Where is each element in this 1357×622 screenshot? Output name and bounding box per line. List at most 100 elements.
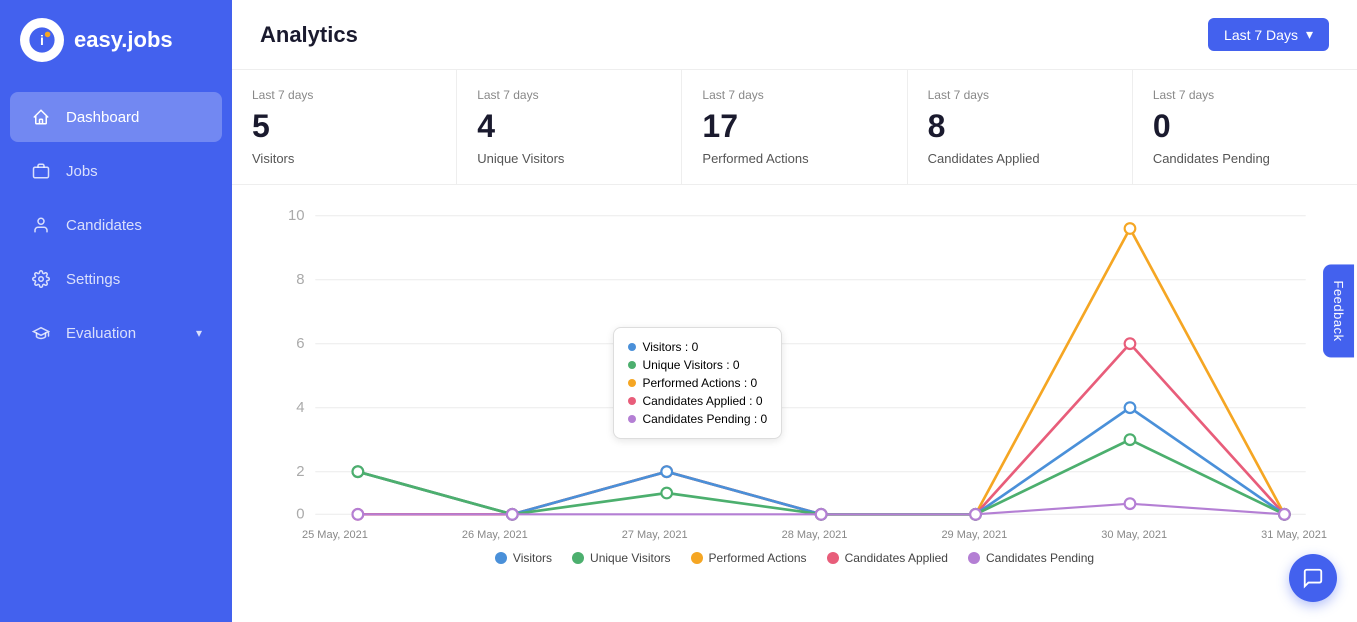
sidebar-label-evaluation: Evaluation [66, 325, 136, 342]
legend-dot-pending [968, 552, 980, 564]
sidebar-item-evaluation[interactable]: Evaluation ▾ [10, 308, 222, 358]
stat-performed-actions-label: Performed Actions [702, 151, 886, 166]
legend-dot-actions [691, 552, 703, 564]
tooltip-dot-visitors [628, 343, 636, 351]
app-name: easy.jobs [74, 27, 173, 53]
sidebar-label-candidates: Candidates [66, 217, 142, 234]
stat-visitors-value: 5 [252, 108, 436, 145]
stat-visitors-label: Visitors [252, 151, 436, 166]
graduation-icon [30, 322, 52, 344]
line-chart: 10 8 6 4 2 0 [262, 205, 1327, 525]
svg-text:6: 6 [296, 335, 304, 352]
tooltip-row-pending: Candidates Pending : 0 [628, 410, 767, 428]
legend-pending: Candidates Pending [968, 551, 1094, 565]
stat-unique-visitors-period: Last 7 days [477, 88, 661, 102]
chevron-down-icon: ▾ [196, 326, 202, 340]
tooltip-label-visitors: Visitors : 0 [642, 340, 698, 354]
legend-label-actions: Performed Actions [709, 551, 807, 565]
x-label-5: 30 May, 2021 [1101, 529, 1167, 541]
sidebar-logo: i easy.jobs [0, 0, 232, 80]
x-label-1: 26 May, 2021 [462, 529, 528, 541]
sidebar-item-jobs[interactable]: Jobs [10, 146, 222, 196]
chevron-down-icon: ▾ [1306, 26, 1313, 43]
legend-visitors: Visitors [495, 551, 552, 565]
legend-label-pending: Candidates Pending [986, 551, 1094, 565]
date-filter-label: Last 7 Days [1224, 27, 1298, 43]
chart-tooltip: Visitors : 0 Unique Visitors : 0 Perform… [613, 327, 782, 439]
chart-svg: 10 8 6 4 2 0 [262, 205, 1327, 525]
tooltip-row-unique: Unique Visitors : 0 [628, 356, 767, 374]
svg-text:10: 10 [288, 207, 305, 224]
legend-applied: Candidates Applied [827, 551, 948, 565]
sidebar-label-jobs: Jobs [66, 163, 98, 180]
tooltip-label-actions: Performed Actions : 0 [642, 376, 757, 390]
tooltip-label-applied: Candidates Applied : 0 [642, 394, 762, 408]
stat-unique-visitors: Last 7 days 4 Unique Visitors [457, 70, 682, 184]
legend-label-visitors: Visitors [513, 551, 552, 565]
svg-text:0: 0 [296, 506, 304, 523]
tooltip-label-pending: Candidates Pending : 0 [642, 412, 767, 426]
tooltip-row-actions: Performed Actions : 0 [628, 374, 767, 392]
x-label-3: 28 May, 2021 [782, 529, 848, 541]
x-label-2: 27 May, 2021 [622, 529, 688, 541]
tooltip-dot-applied [628, 397, 636, 405]
x-label-6: 31 May, 2021 [1261, 529, 1327, 541]
svg-text:8: 8 [296, 271, 304, 288]
sidebar-navigation: Dashboard Jobs Candidates Settings Evalu… [0, 80, 232, 370]
briefcase-icon [30, 160, 52, 182]
stat-performed-actions: Last 7 days 17 Performed Actions [682, 70, 907, 184]
stat-candidates-pending-value: 0 [1153, 108, 1337, 145]
sidebar: i easy.jobs Dashboard Jobs Candidates [0, 0, 232, 622]
legend-label-unique: Unique Visitors [590, 551, 670, 565]
tooltip-dot-pending [628, 415, 636, 423]
person-icon [30, 214, 52, 236]
app-logo-icon: i [20, 18, 64, 62]
chart-legend: Visitors Unique Visitors Performed Actio… [262, 541, 1327, 569]
tooltip-label-unique: Unique Visitors : 0 [642, 358, 739, 372]
legend-dot-unique [572, 552, 584, 564]
svg-text:i: i [40, 32, 44, 48]
stats-row: Last 7 days 5 Visitors Last 7 days 4 Uni… [232, 70, 1357, 185]
legend-label-applied: Candidates Applied [845, 551, 948, 565]
stat-visitors: Last 7 days 5 Visitors [232, 70, 457, 184]
stat-unique-visitors-value: 4 [477, 108, 661, 145]
chart-container: 10 8 6 4 2 0 [232, 185, 1357, 622]
page-title: Analytics [260, 22, 358, 48]
stat-visitors-period: Last 7 days [252, 88, 436, 102]
tooltip-dot-unique [628, 361, 636, 369]
sidebar-item-candidates[interactable]: Candidates [10, 200, 222, 250]
x-axis-labels: 25 May, 2021 26 May, 2021 27 May, 2021 2… [262, 525, 1327, 541]
tooltip-row-visitors: Visitors : 0 [628, 338, 767, 356]
stat-performed-actions-value: 17 [702, 108, 886, 145]
legend-dot-visitors [495, 552, 507, 564]
legend-actions: Performed Actions [691, 551, 807, 565]
main-content: Analytics Last 7 Days ▾ Last 7 days 5 Vi… [232, 0, 1357, 622]
svg-text:4: 4 [296, 399, 304, 416]
gear-icon [30, 268, 52, 290]
stat-performed-actions-period: Last 7 days [702, 88, 886, 102]
stat-candidates-pending-label: Candidates Pending [1153, 151, 1337, 166]
stat-candidates-pending-period: Last 7 days [1153, 88, 1337, 102]
tooltip-dot-actions [628, 379, 636, 387]
chat-button[interactable] [1289, 554, 1337, 602]
stat-candidates-applied-label: Candidates Applied [928, 151, 1112, 166]
stat-unique-visitors-label: Unique Visitors [477, 151, 661, 166]
x-label-0: 25 May, 2021 [302, 529, 368, 541]
sidebar-item-dashboard[interactable]: Dashboard [10, 92, 222, 142]
legend-unique: Unique Visitors [572, 551, 670, 565]
sidebar-label-settings: Settings [66, 271, 120, 288]
home-icon [30, 106, 52, 128]
date-filter-button[interactable]: Last 7 Days ▾ [1208, 18, 1329, 51]
chat-icon [1302, 567, 1324, 589]
sidebar-item-settings[interactable]: Settings [10, 254, 222, 304]
legend-dot-applied [827, 552, 839, 564]
sidebar-label-dashboard: Dashboard [66, 109, 139, 126]
tooltip-row-applied: Candidates Applied : 0 [628, 392, 767, 410]
stat-candidates-applied-value: 8 [928, 108, 1112, 145]
svg-text:2: 2 [296, 463, 304, 480]
stat-candidates-applied-period: Last 7 days [928, 88, 1112, 102]
stat-candidates-applied: Last 7 days 8 Candidates Applied [908, 70, 1133, 184]
stat-candidates-pending: Last 7 days 0 Candidates Pending [1133, 70, 1357, 184]
page-header: Analytics Last 7 Days ▾ [232, 0, 1357, 70]
feedback-button[interactable]: Feedback [1323, 264, 1354, 357]
